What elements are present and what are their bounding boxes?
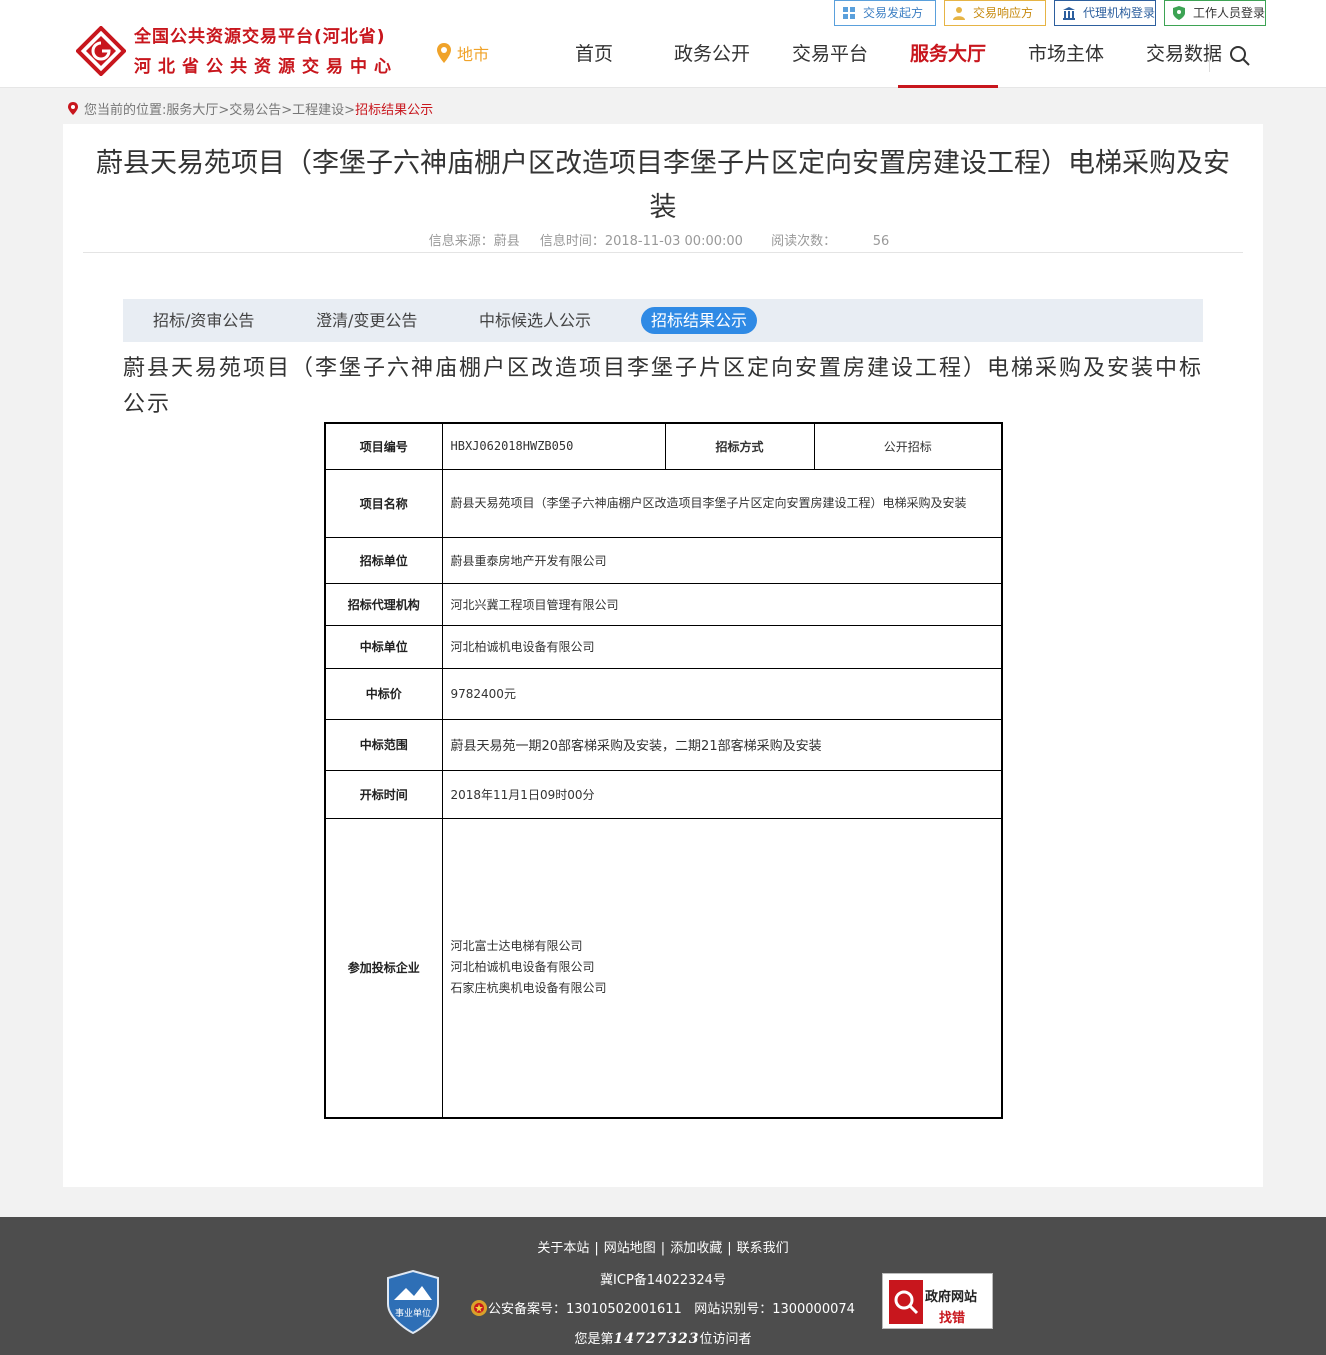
footer-link-about[interactable]: 关于本站 [537,1241,589,1256]
tenderer-value: 蔚县重泰房地产开发有限公司 [441,536,1003,584]
project-name-value: 蔚县天易苑项目（李堡子六神庙棚户区改造项目李堡子片区定向安置房建设工程）电梯采购… [441,468,1003,538]
top-login-links: 交易发起方 交易响应方 代理机构登录 工作人员登录 [834,0,1266,26]
price-value: 9782400元 [441,667,1003,720]
brand-line-2: 河北省公共资源交易中心 [134,57,398,77]
open-time-value: 2018年11月1日09时00分 [441,769,1003,819]
method-label: 招标方式 [664,422,815,470]
project-name-label: 项目名称 [324,468,443,538]
footer-links: 关于本站 | 网站地图 | 添加收藏 | 联系我们 [537,1241,789,1256]
site-id-text: 网站识别号：1300000074 [694,1302,855,1317]
visitor-counter: 您是第14727323位访问者 [0,1328,1326,1347]
public-institution-badge-icon[interactable]: 事业单位 [386,1270,440,1334]
brand-line-1: 全国公共资源交易平台(河北省) [134,27,386,47]
visitor-prefix: 您是第 [574,1332,614,1347]
bidder-item: 石家庄杭奥机电设备有限公司 [450,981,607,996]
bidder-item: 河北富士达电梯有限公司 [450,939,583,954]
location-pin-icon [437,43,451,63]
nav-home[interactable]: 首页 [535,0,653,88]
badge-right-label-1: 政府网站 [925,1290,978,1305]
agency-login-label: 代理机构登录 [1083,6,1156,20]
tab-result[interactable]: 招标结果公示 [641,307,758,334]
visitor-suffix: 位访问者 [699,1332,752,1347]
notice-subtitle: 蔚县天易苑项目（李堡子六神庙棚户区改造项目李堡子片区定向安置房建设工程）电梯采购… [123,356,1204,417]
article-meta: 信息来源：蔚县 信息时间：2018-11-03 00:00:00 阅读次数： 5… [63,230,1263,249]
icp-record[interactable]: 冀ICP备14022324号 [0,1269,1326,1288]
badge-left-label: 事业单位 [395,1307,431,1319]
initiator-login-label: 交易发起方 [863,6,924,20]
magnifier-report-icon [889,1280,923,1324]
responder-login-label: 交易响应方 [973,6,1034,20]
staff-login-link[interactable]: 工作人员登录 [1164,0,1266,26]
notice-tabs: 招标/资审公告 澄清/变更公告 中标候选人公示 招标结果公示 [123,299,1203,342]
agent-label: 招标代理机构 [324,582,443,626]
brand-title[interactable]: 全国公共资源交易平台(河北省) 河北省公共资源交易中心 [134,26,398,79]
table-row: 开标时间 2018年11月1日09时00分 [324,769,1003,819]
winner-value: 河北柏诚机电设备有限公司 [441,624,1003,669]
user-icon [953,7,965,20]
article-reads-label: 阅读次数： [771,234,837,249]
site-logo-icon[interactable] [76,26,126,76]
nav-gov-affairs[interactable]: 政务公开 [653,0,771,88]
tab-clarification[interactable]: 澄清/变更公告 [316,307,417,334]
location-pin-icon [68,102,78,115]
police-record: 公安备案号：13010502001611 网站识别号：1300000074 [470,1298,855,1317]
responder-login-link[interactable]: 交易响应方 [944,0,1046,26]
table-row: 招标代理机构 河北兴冀工程项目管理有限公司 [324,582,1003,626]
site-footer: 关于本站 | 网站地图 | 添加收藏 | 联系我们 冀ICP备14022324号 公安备案号… [0,1217,1326,1355]
breadcrumb: 您当前的位置: 服务大厅>交易公告>工程建设> 招标结果公示 [68,99,433,118]
footer-link-contact[interactable]: 联系我们 [737,1241,789,1256]
table-row: 中标范围 蔚县天易苑一期20部客梯采购及安装，二期21部客梯采购及安装 [324,718,1003,771]
footer-link-sitemap[interactable]: 网站地图 [604,1241,656,1256]
visitor-count: 14727323 [613,1331,700,1347]
open-time-label: 开标时间 [324,769,443,819]
city-selector-label: 地市 [457,45,490,64]
article-time: 信息时间：2018-11-03 00:00:00 [539,234,743,249]
city-selector[interactable]: 地市 [437,41,489,65]
nav-divider [1209,42,1210,72]
project-no-label: 项目编号 [324,422,443,470]
building-icon [1063,7,1075,20]
police-emblem-icon [471,1299,487,1316]
result-table: 项目编号 HBXJ062018HWZB050 招标方式 公开招标 项目名称 蔚县… [324,422,1003,1119]
article-reads-count: 56 [872,234,890,249]
initiator-login-link[interactable]: 交易发起方 [834,0,936,26]
method-value: 公开招标 [813,422,1003,470]
tenderer-label: 招标单位 [324,536,443,584]
scope-value: 蔚县天易苑一期20部客梯采购及安装，二期21部客梯采购及安装 [441,718,1003,771]
article-card: 蔚县天易苑项目（李堡子六神庙棚户区改造项目李堡子片区定向安置房建设工程）电梯采购… [63,124,1263,1187]
table-row: 中标价 9782400元 [324,667,1003,720]
agent-value: 河北兴冀工程项目管理有限公司 [441,582,1003,626]
gov-site-report-badge[interactable]: 政府网站 找错 [882,1273,993,1329]
shield-icon [1173,6,1185,20]
bidders-label: 参加投标企业 [324,817,443,1119]
staff-login-label: 工作人员登录 [1193,6,1266,20]
scope-label: 中标范围 [324,718,443,771]
footer-link-favorite[interactable]: 添加收藏 [670,1241,722,1256]
article-title: 蔚县天易苑项目（李堡子六神庙棚户区改造项目李堡子片区定向安置房建设工程）电梯采购… [96,148,1230,223]
tab-candidates[interactable]: 中标候选人公示 [479,307,591,334]
breadcrumb-path[interactable]: 服务大厅>交易公告>工程建设> [166,99,355,118]
table-row: 参加投标企业 河北富士达电梯有限公司 河北柏诚机电设备有限公司 石家庄杭奥机电设… [324,817,1003,1119]
project-no-value: HBXJ062018HWZB050 [441,422,666,470]
price-label: 中标价 [324,667,443,720]
agency-login-link[interactable]: 代理机构登录 [1054,0,1156,26]
bidder-item: 河北柏诚机电设备有限公司 [450,960,595,975]
table-row: 招标单位 蔚县重泰房地产开发有限公司 [324,536,1003,584]
police-record-text[interactable]: 公安备案号：13010502001611 [488,1298,682,1317]
title-divider [83,252,1243,253]
table-row: 项目编号 HBXJ062018HWZB050 招标方式 公开招标 [324,422,1003,470]
table-row: 中标单位 河北柏诚机电设备有限公司 [324,624,1003,669]
table-row: 项目名称 蔚县天易苑项目（李堡子六神庙棚户区改造项目李堡子片区定向安置房建设工程… [324,468,1003,538]
breadcrumb-prefix: 您当前的位置: [84,103,167,118]
bidders-value: 河北富士达电梯有限公司 河北柏诚机电设备有限公司 石家庄杭奥机电设备有限公司 [441,817,1003,1119]
badge-right-label-2: 找错 [939,1311,966,1326]
breadcrumb-current: 招标结果公示 [355,103,434,118]
grid-icon [843,7,855,19]
tab-tender-notice[interactable]: 招标/资审公告 [153,307,254,334]
search-icon[interactable] [1229,45,1251,67]
article-source: 信息来源：蔚县 [428,234,520,249]
site-header: 全国公共资源交易平台(河北省) 河北省公共资源交易中心 地市 首页 政务公开 交… [0,0,1326,88]
winner-label: 中标单位 [324,624,443,669]
